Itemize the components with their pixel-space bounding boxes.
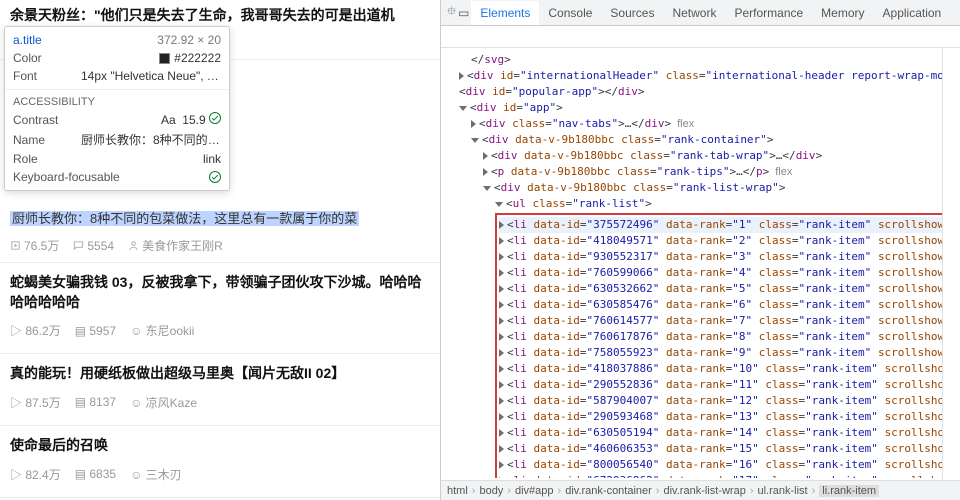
video-meta: ▷ 87.5万 ▤ 8137 ☺ 凉风Kaze (10, 394, 430, 411)
divider (0, 425, 440, 426)
device-icon[interactable]: ▭ (458, 6, 469, 20)
divider (0, 353, 440, 354)
check-icon (209, 171, 221, 183)
divider (0, 262, 440, 263)
tab-memory[interactable]: Memory (812, 1, 873, 25)
dom-node-rank-item[interactable]: <li data-id="630505194" data-rank="14" c… (499, 425, 952, 441)
styles-sidebar[interactable] (942, 48, 960, 480)
play-count: ▷ 87.5万 (10, 394, 61, 411)
dom-node-rank-item[interactable]: <li data-id="760599066" data-rank="4" cl… (499, 265, 952, 281)
play-count: ▷ 82.4万 (10, 466, 61, 483)
crumb[interactable]: div.rank-container (565, 485, 652, 497)
author: ☺ 凉风Kaze (130, 394, 197, 411)
user-icon (128, 240, 139, 251)
inspector-tooltip: a.title372.92 × 20 Color #222222 Font 14px… (4, 26, 230, 191)
role-label: Role (13, 152, 38, 166)
color-swatch (159, 53, 170, 64)
video-item[interactable]: 使命最后的召唤 ▷ 82.4万 ▤ 6835 ☺ 三木刃 (0, 430, 440, 493)
tooltip-font-label: Font (13, 69, 37, 83)
crumb[interactable]: li.rank-item (819, 485, 879, 497)
comment-count: ▤ 8137 (75, 394, 116, 411)
crumb[interactable]: ul.rank-list (757, 485, 807, 497)
dom-breadcrumb[interactable]: html›body›div#app›div.rank-container›div… (441, 480, 960, 500)
tab-sources[interactable]: Sources (601, 1, 663, 25)
dom-node-rank-item[interactable]: <li data-id="460606353" data-rank="15" c… (499, 441, 952, 457)
tooltip-font-value: 14px "Helvetica Neue", Tahoma, Arial, Pi… (81, 69, 221, 83)
highlighted-title: 厨师长教你：8种不同的包菜做法，这里总有一款属于你的菜 (10, 211, 359, 226)
comment-count: ▤ 5957 (75, 322, 116, 339)
highlighted-item[interactable]: 厨师长教你：8种不同的包菜做法，这里总有一款属于你的菜 76.5万 5554 美… (0, 206, 440, 258)
devtools-tabs: ⯐ ▭ ElementsConsoleSourcesNetworkPerform… (441, 0, 960, 26)
comment-count: 5554 (73, 237, 114, 254)
author: ☺ 东尼ookii (130, 322, 194, 339)
devtools-pane: ⯐ ▭ ElementsConsoleSourcesNetworkPerform… (440, 0, 960, 500)
a11y-name-label: Name (13, 133, 45, 147)
role-value: link (203, 152, 221, 166)
dom-node-rank-item[interactable]: <li data-id="672936862" data-rank="17" c… (499, 473, 952, 478)
divider (0, 497, 440, 498)
dom-node-rank-item[interactable]: <li data-id="375572496" data-rank="1" cl… (499, 217, 952, 233)
dom-node-rank-item[interactable]: <li data-id="800056540" data-rank="16" c… (499, 457, 952, 473)
tab-security[interactable]: Security (950, 1, 960, 25)
video-title: 使命最后的召唤 (10, 436, 430, 456)
contrast-value: Aa 15.9 (161, 112, 221, 127)
tab-console[interactable]: Console (539, 1, 601, 25)
author: ☺ 三木刃 (130, 466, 182, 483)
dom-node-rank-item[interactable]: <li data-id="760617876" data-rank="8" cl… (499, 329, 952, 345)
crumb[interactable]: div#app (515, 485, 554, 497)
video-meta: 76.5万 5554 美食作家王刚R (10, 237, 430, 254)
content-pane: 余景天粉丝："他们只是失去了生命，我哥哥失去的可是出道机会"？？ 厨师长教你：8… (0, 0, 440, 500)
video-title: 真的能玩！用硬纸板做出超级马里奥【闻片无敌II 02】 (10, 364, 430, 384)
dom-node-rank-item[interactable]: <li data-id="290552836" data-rank="11" c… (499, 377, 952, 393)
tooltip-selector: a.title372.92 × 20 (5, 27, 229, 49)
tab-performance[interactable]: Performance (725, 1, 812, 25)
comment-icon (73, 240, 84, 251)
video-item[interactable]: 蛇蝎美女骗我钱 03，反被我拿下，带领骗子团伙攻下沙城。哈哈哈哈哈哈哈哈 ▷ 86… (0, 267, 440, 349)
tooltip-color-value: #222222 (159, 51, 221, 65)
video-meta: ▷ 82.4万 ▤ 6835 ☺ 三木刃 (10, 466, 430, 483)
dom-node-rank-item[interactable]: <li data-id="418049571" data-rank="2" cl… (499, 233, 952, 249)
contrast-label: Contrast (13, 113, 58, 127)
dom-toolbar (441, 26, 960, 48)
dom-node-rank-item[interactable]: <li data-id="930552317" data-rank="3" cl… (499, 249, 952, 265)
tooltip-a11y-header: ACCESSIBILITY (5, 89, 229, 110)
dom-tree[interactable]: </svg> <div id="internationalHeader" cla… (441, 48, 960, 478)
comment-count: ▤ 6835 (75, 466, 116, 483)
crumb[interactable]: html (447, 485, 468, 497)
tab-elements[interactable]: Elements (471, 1, 539, 27)
dom-node-rank-item[interactable]: <li data-id="630532662" data-rank="5" cl… (499, 281, 952, 297)
dom-node-rank-item[interactable]: <li data-id="758055923" data-rank="9" cl… (499, 345, 952, 361)
a11y-name-value: 厨师长教你：8种不同的包菜做法，这里… (81, 131, 221, 148)
tab-application[interactable]: Application (874, 1, 951, 25)
dom-node-rank-item[interactable]: <li data-id="418037886" data-rank="10" c… (499, 361, 952, 377)
dom-node-rank-item[interactable]: <li data-id="760614577" data-rank="7" cl… (499, 313, 952, 329)
play-count: ▷ 86.2万 (10, 322, 61, 339)
tab-network[interactable]: Network (663, 1, 725, 25)
inspect-icon[interactable]: ⯐ (447, 2, 456, 23)
author: 美食作家王刚R (128, 237, 223, 254)
crumb[interactable]: body (479, 485, 503, 497)
video-item[interactable]: 真的能玩！用硬纸板做出超级马里奥【闻片无敌II 02】 ▷ 87.5万 ▤ 8137… (0, 358, 440, 421)
dom-node-rank-item[interactable]: <li data-id="290593468" data-rank="13" c… (499, 409, 952, 425)
crumb[interactable]: div.rank-list-wrap (664, 485, 746, 497)
play-icon (10, 240, 21, 251)
video-title: 蛇蝎美女骗我钱 03，反被我拿下，带领骗子团伙攻下沙城。哈哈哈哈哈哈哈哈 (10, 273, 430, 312)
tooltip-color-label: Color (13, 51, 42, 65)
highlighted-dom-region: <li data-id="375572496" data-rank="1" cl… (495, 213, 956, 478)
check-icon (209, 112, 221, 124)
keyboard-focusable-label: Keyboard-focusable (13, 170, 120, 184)
play-count: 76.5万 (10, 237, 59, 254)
dom-node-rank-item[interactable]: <li data-id="630585476" data-rank="6" cl… (499, 297, 952, 313)
video-meta: ▷ 86.2万 ▤ 5957 ☺ 东尼ookii (10, 322, 430, 339)
dom-node-rank-item[interactable]: <li data-id="587904007" data-rank="12" c… (499, 393, 952, 409)
